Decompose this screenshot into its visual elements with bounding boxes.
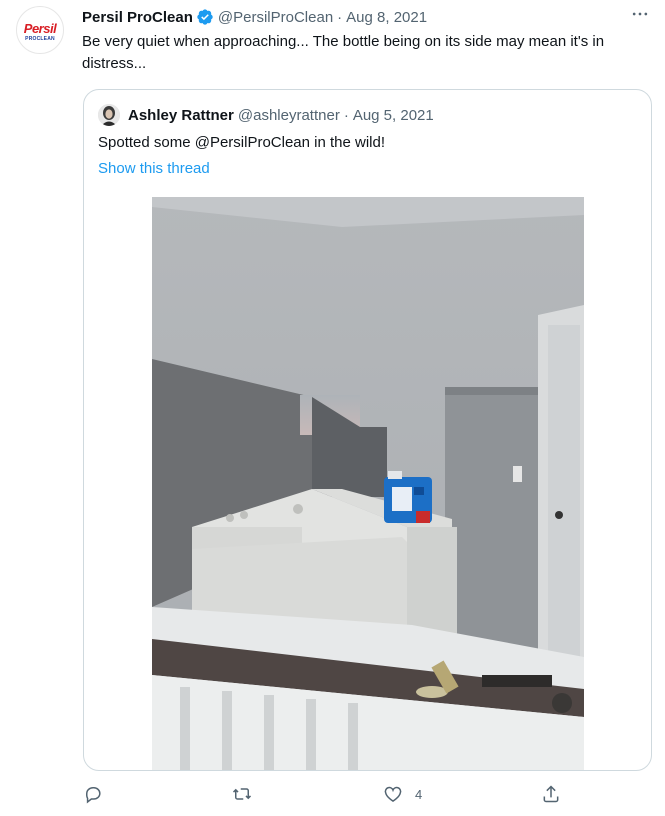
author-name[interactable]: Persil ProClean [82,9,193,26]
share-button[interactable] [541,784,561,804]
photo-illustration [152,197,584,770]
tweet-header: Persil ProClean @PersilProClean · Aug 8,… [82,6,427,28]
quoted-author-name: Ashley Rattner [128,106,234,124]
tweet-text: Be very quiet when approaching... The bo… [82,33,605,72]
reply-icon [86,787,101,804]
tweet-photo[interactable] [152,197,584,770]
author-handle[interactable]: @PersilProClean [218,9,333,26]
quoted-tweet-header: Ashley Rattner @ashleyrattner · Aug 5, 2… [98,104,434,126]
quoted-tweet-date: Aug 5, 2021 [352,106,434,124]
retweet-icon [232,788,252,800]
quoted-author-avatar [98,104,120,126]
like-button[interactable]: 4 [383,784,422,804]
share-icon [543,785,559,803]
heart-icon [384,786,402,802]
quoted-author-handle: @ashleyrattner [237,106,340,124]
header-separator: · [337,8,343,26]
avatar-sub-text: PROCLEAN [25,36,55,42]
retweet-button[interactable] [232,784,252,804]
show-thread-link[interactable]: Show this thread [98,158,210,180]
quoted-separator: · [343,106,349,124]
tweet-date[interactable]: Aug 8, 2021 [346,9,427,26]
tweet-actions: 4 [0,784,665,812]
more-horizontal-icon[interactable] [628,4,652,28]
like-count: 4 [415,786,423,802]
quoted-tweet-card[interactable]: Ashley Rattner @ashleyrattner · Aug 5, 2… [83,89,652,771]
quoted-tweet-text: Spotted some @PersilProClean in the wild… [98,134,386,151]
avatar-brand-text: Persil [23,21,57,36]
reply-button[interactable] [83,784,103,804]
verified-badge-icon [197,9,213,25]
author-avatar[interactable]: Persil PROCLEAN [16,6,64,54]
